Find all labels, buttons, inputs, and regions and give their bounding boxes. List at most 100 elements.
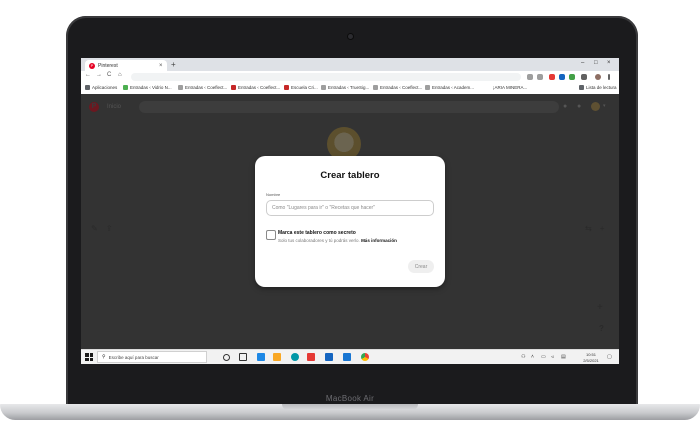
bookmark-label: Entradas ‹ TrueSig... [328,85,370,90]
bookmark-label: Entradas ‹ Coeflect... [185,85,228,90]
browser-tab[interactable]: P Pinterest × [85,60,167,71]
bookmark-favicon-icon [178,85,183,90]
floating-add-icon[interactable]: + [597,302,603,313]
reading-list-icon [579,85,584,90]
webcam [348,34,353,39]
windows-start-icon[interactable] [85,353,93,361]
name-field-label: Nombre [266,192,281,197]
minimize-button[interactable]: – [581,60,584,66]
mail-icon[interactable] [257,353,265,361]
new-tab-button[interactable]: + [171,60,176,69]
network-icon[interactable]: ▭ [541,354,546,360]
bookmark-item[interactable]: Entradas ‹ Coeflect... [178,85,227,90]
bookmark-item[interactable]: ¡ARIA MINERA... [493,85,527,90]
reading-list-item[interactable]: Lista de lectura [579,85,617,90]
notifications-icon[interactable]: ● [563,103,567,110]
laptop-notch [282,404,418,410]
secret-board-description: Solo tus colaboradores y tú podrás verlo… [278,238,397,243]
language-icon[interactable]: ▤ [561,354,566,360]
bookmark-item[interactable]: Escuela Cri... [284,85,318,90]
add-icon[interactable]: + [600,224,605,233]
create-button[interactable]: Crear [408,260,434,273]
chevron-down-icon[interactable]: ▾ [603,103,606,109]
back-icon[interactable]: ← [85,72,91,78]
profile-avatar-icon[interactable] [595,74,601,80]
bookmark-item[interactable]: Entradas ‹ Coeflect... [373,85,422,90]
task-view-icon[interactable] [239,353,247,361]
user-avatar[interactable] [591,102,600,111]
bookmark-label: Entradas ‹ Coeflect... [238,85,281,90]
bookmark-favicon-icon [123,85,128,90]
tab-close-icon[interactable]: × [159,63,167,69]
chevron-up-icon[interactable]: ˄ [531,354,534,360]
bookmark-item[interactable]: Entradas ‹ Academ... [425,85,474,90]
bookmark-item[interactable]: Entradas ‹ Vidrio N... [123,85,172,90]
bookmark-favicon-icon [373,85,378,90]
taskbar-time[interactable]: 10:51 [581,352,601,357]
forward-icon[interactable]: → [96,72,102,78]
profile-right-tools: ⇆ + [585,224,604,233]
filter-icon[interactable]: ⇆ [585,224,592,233]
notifications-center-icon[interactable]: ▢ [607,354,612,360]
file-explorer-icon[interactable] [273,353,281,361]
windows-taskbar: ⚲ Escribe aquí para buscar ⚇ ˄ ▭ ◃ ▤ 10:… [81,349,619,364]
bookmark-favicon-icon [231,85,236,90]
model-label: MacBook Air [325,394,375,403]
address-bar[interactable] [131,73,521,81]
screen: P Pinterest × + – □ × ← → C ⌂ Aplicacion… [81,58,619,364]
people-icon[interactable]: ⚇ [521,354,525,360]
create-board-dialog: Crear tablero Nombre Marca este tablero … [255,156,445,287]
taskbar-search[interactable]: ⚲ Escribe aquí para buscar [97,351,207,363]
bookmark-favicon-icon [321,85,326,90]
pinterest-page: P Inicio ● ● ▾ ✎ ⇪ ⇆ + + ? Crear tablero… [81,94,619,349]
messages-icon[interactable]: ● [577,103,581,110]
bookmark-label: ¡ARIA MINERA... [493,85,528,90]
share-icon[interactable] [527,74,533,80]
reload-icon[interactable]: C [107,72,111,78]
bookmark-label: Lista de lectura [586,85,617,90]
help-icon[interactable]: ? [599,324,604,333]
extension-icon[interactable] [549,74,555,80]
menu-dots-icon[interactable] [608,74,610,80]
app-icon[interactable] [343,353,351,361]
taskbar-search-placeholder: Escribe aquí para buscar [108,354,159,360]
pinterest-logo-icon[interactable]: P [89,102,99,112]
bookmark-item[interactable]: Aplicaciones [85,85,117,90]
store-icon[interactable] [325,353,333,361]
pinterest-search-input[interactable] [139,101,559,113]
app-icon[interactable] [307,353,315,361]
apps-grid-icon [85,85,90,90]
volume-icon[interactable]: ◃ [551,354,554,360]
maximize-button[interactable]: □ [594,60,598,66]
secret-board-checkbox[interactable] [266,230,276,240]
browser-tabstrip: P Pinterest × + – □ × [81,58,619,71]
taskbar-date[interactable]: 2/5/2021 [579,358,603,363]
tab-title: Pinterest [98,62,118,69]
edit-icon[interactable]: ✎ [91,224,98,233]
search-icon: ⚲ [102,354,106,360]
bookmark-label: Escuela Cri... [291,85,318,90]
bookmark-item[interactable]: Entradas ‹ Coeflect... [231,85,280,90]
share-upload-icon[interactable]: ⇪ [106,224,113,233]
star-icon[interactable] [537,74,543,80]
bookmark-label: Aplicaciones [92,85,118,90]
cortana-icon[interactable] [223,354,230,361]
bookmark-label: Entradas ‹ Academ... [432,85,475,90]
bookmark-favicon-icon [284,85,289,90]
puzzle-icon[interactable] [581,74,587,80]
chrome-icon[interactable] [361,353,369,361]
board-name-input[interactable] [266,200,434,216]
home-icon[interactable]: ⌂ [118,72,122,78]
extension-icon[interactable] [559,74,565,80]
close-window-button[interactable]: × [607,60,611,66]
bookmark-item[interactable]: Entradas ‹ TrueSig... [321,85,369,90]
secret-board-label: Marca este tablero como secreto [278,230,356,236]
more-info-link[interactable]: Más información [361,238,397,243]
pinterest-favicon-icon: P [89,62,95,69]
bookmark-label: Entradas ‹ Coeflect... [380,85,423,90]
home-link[interactable]: Inicio [107,104,121,110]
secret-desc-text: Solo tus colaboradores y tú podrás verlo… [278,238,360,243]
extension-icon[interactable] [569,74,575,80]
dialog-title: Crear tablero [320,170,380,181]
edge-icon[interactable] [291,353,299,361]
